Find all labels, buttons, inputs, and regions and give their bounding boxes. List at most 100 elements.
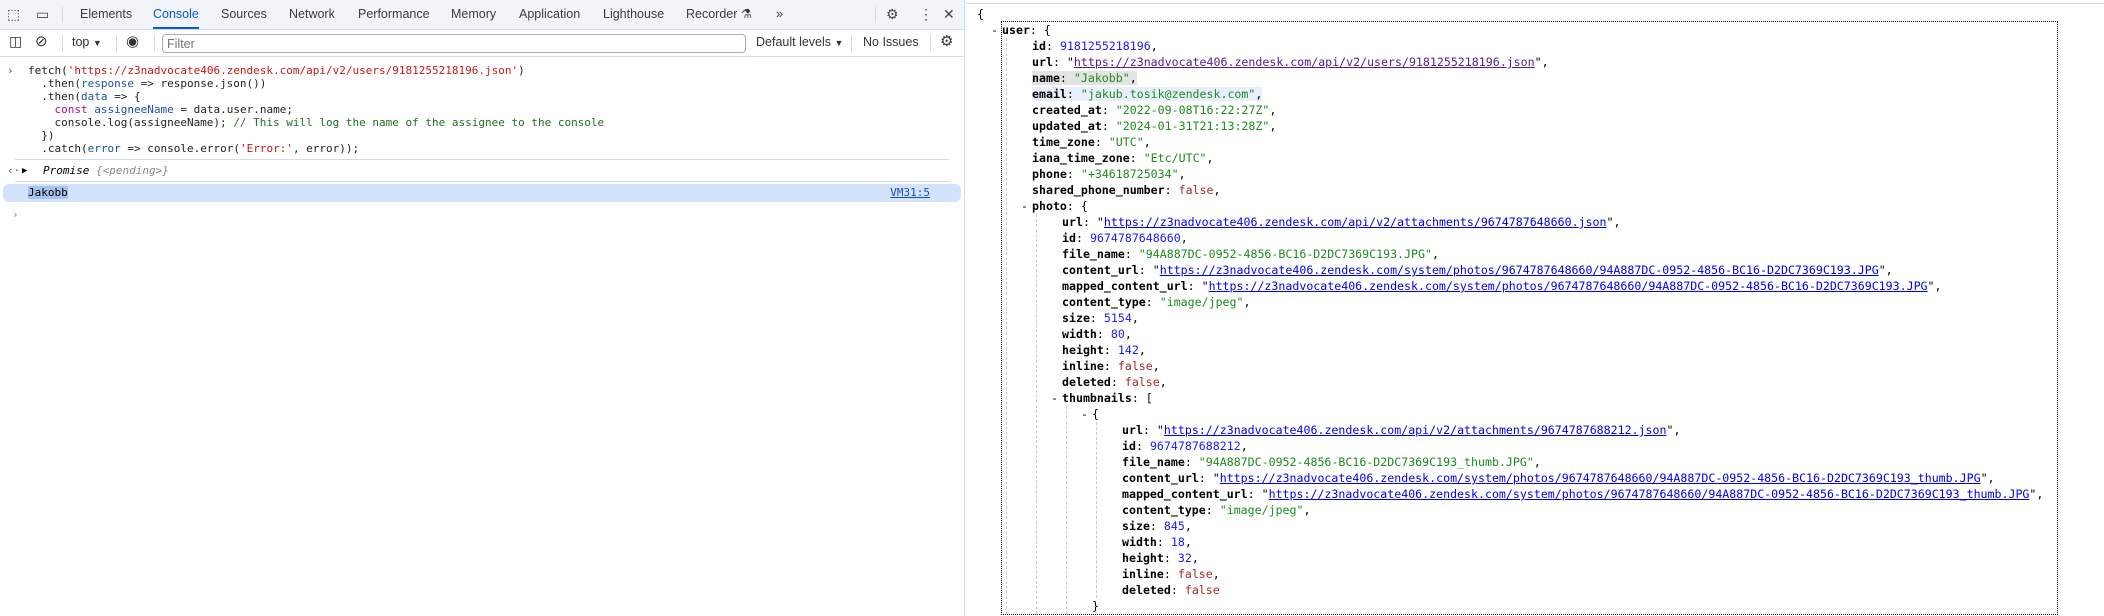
code-line: console.log(assigneeName); // This will …: [28, 116, 605, 129]
json-number: 142: [1117, 343, 1139, 357]
json-children: -{url: "https://z3nadvocate406.zendesk.c…: [1066, 406, 2057, 614]
json-string: "UTC": [1108, 135, 1144, 149]
console-settings-icon[interactable]: ⚙: [940, 32, 953, 50]
json-row-mapped_content_url: mapped_content_url: "https://z3nadvocate…: [1062, 278, 2057, 294]
json-number: 5154: [1103, 311, 1132, 325]
json-link[interactable]: https://z3nadvocate406.zendesk.com/syste…: [1160, 263, 1879, 277]
json-link[interactable]: https://z3nadvocate406.zendesk.com/api/v…: [1104, 215, 1607, 229]
json-key: iana_time_zone: [1032, 151, 1130, 165]
json-entry: -{url: "https://z3nadvocate406.zendesk.c…: [1081, 406, 2057, 614]
live-expression-eye-icon[interactable]: ◉: [126, 32, 139, 50]
json-key: content_type: [1122, 503, 1206, 517]
json-string: "2022-09-08T16:22:27Z": [1115, 103, 1270, 117]
json-boolean: false: [1178, 183, 1214, 197]
console-input-entry: › fetch('https://z3nadvocate406.zendesk.c…: [7, 58, 949, 160]
json-pair: url: "https://z3nadvocate406.zendesk.com…: [1032, 55, 1549, 69]
json-key: url: [1032, 55, 1053, 69]
json-children: url: "https://z3nadvocate406.zendesk.com…: [1036, 214, 2057, 614]
filter-input[interactable]: [162, 34, 746, 53]
json-row-updated_at: updated_at: "2024-01-31T21:13:28Z",: [1032, 118, 2057, 134]
device-toolbar-icon[interactable]: ▭: [36, 6, 49, 23]
json-number: 845: [1163, 519, 1185, 533]
log-source-link[interactable]: VM31:5: [890, 184, 930, 202]
json-key: content_url: [1062, 263, 1139, 277]
collapse-toggle-icon[interactable]: -: [991, 22, 998, 38]
json-number: 9181255218196: [1059, 39, 1151, 53]
log-levels-dropdown[interactable]: Default levels ▼: [756, 35, 843, 49]
json-string: "94A887DC-0952-4856-BC16-D2DC7369C193.JP…: [1138, 247, 1432, 261]
json-pair: content_type: "image/jpeg",: [1062, 295, 1251, 309]
context-selector[interactable]: top ▼: [72, 35, 102, 49]
json-key: size: [1062, 311, 1090, 325]
json-entry-thumbnails: - thumbnails: [-{url: "https://z3nadvocat…: [1051, 390, 2057, 614]
json-row-iana_time_zone: iana_time_zone: "Etc/UTC",: [1032, 150, 2057, 166]
json-pair: id: 9181255218196,: [1032, 39, 1158, 53]
console-prompt[interactable]: ›: [0, 208, 964, 221]
tab-network[interactable]: Network: [289, 0, 335, 29]
settings-gear-icon[interactable]: ⚙: [886, 6, 899, 23]
json-boolean: false: [1117, 359, 1153, 373]
json-link[interactable]: https://z3nadvocate406.zendesk.com/api/v…: [1164, 423, 1667, 437]
json-pair: inline: false,: [1122, 567, 1220, 581]
json-row-email: email: "jakub.tosik@zendesk.com",: [1032, 86, 2057, 102]
input-prompt-icon: ›: [7, 64, 14, 77]
code-line: fetch('https://z3nadvocate406.zendesk.co…: [28, 64, 525, 77]
expand-triangle-icon[interactable]: ▶: [22, 160, 27, 182]
json-number: 9674787688212: [1149, 439, 1241, 453]
code-line: .then(response => response.json()): [28, 77, 267, 90]
json-string: "2024-01-31T21:13:28Z": [1115, 119, 1270, 133]
json-pair: shared_phone_number: false,: [1032, 183, 1221, 197]
json-link[interactable]: https://z3nadvocate406.zendesk.com/api/v…: [1074, 55, 1535, 69]
devtools-panel: ⬚ ▭ Elements Console Sources Network Perform…: [0, 0, 965, 616]
collapse-toggle-icon[interactable]: -: [1051, 390, 1058, 406]
more-options-icon[interactable]: ⋮: [919, 6, 933, 23]
console-output: › fetch('https://z3nadvocate406.zendesk.c…: [0, 58, 964, 221]
json-row: {: [977, 7, 984, 21]
collapse-toggle-icon[interactable]: -: [1081, 406, 1088, 422]
json-key: inline: [1122, 567, 1164, 581]
json-row-content_url: content_url: "https://z3nadvocate406.zen…: [1122, 470, 2057, 486]
json-row: }: [1092, 599, 1099, 613]
tab-elements[interactable]: Elements: [80, 0, 132, 29]
json-link[interactable]: https://z3nadvocate406.zendesk.com/syste…: [1220, 471, 1981, 485]
collapse-toggle-icon[interactable]: -: [1021, 198, 1028, 214]
json-row-url: url: "https://z3nadvocate406.zendesk.com…: [1062, 214, 2057, 230]
json-link[interactable]: https://z3nadvocate406.zendesk.com/syste…: [1269, 487, 2030, 501]
json-pair: deleted: false: [1122, 583, 1220, 597]
json-key: file_name: [1122, 455, 1185, 469]
inspect-element-icon[interactable]: ⬚: [7, 6, 20, 23]
tab-recorder[interactable]: Recorder ⚗: [686, 0, 752, 29]
json-key: email: [1032, 87, 1067, 101]
json-link[interactable]: https://z3nadvocate406.zendesk.com/syste…: [1209, 279, 1928, 293]
tab-memory[interactable]: Memory: [451, 0, 496, 29]
json-pair: email: "jakub.tosik@zendesk.com",: [1032, 87, 1263, 101]
issues-button[interactable]: No Issues: [863, 35, 919, 49]
json-key: deleted: [1122, 583, 1171, 597]
json-row: - thumbnails: [: [1051, 391, 1153, 405]
clear-console-icon[interactable]: ⊘: [35, 32, 48, 50]
json-string: "https://z3nadvocate406.zendesk.com/syst…: [1201, 279, 1935, 293]
json-string: "94A887DC-0952-4856-BC16-D2DC7369C193_th…: [1198, 455, 1534, 469]
json-row-inline: inline: false,: [1122, 566, 2057, 582]
json-number: 9674787648660: [1089, 231, 1181, 245]
json-pair: file_name: "94A887DC-0952-4856-BC16-D2DC…: [1122, 455, 1541, 469]
json-string: "https://z3nadvocate406.zendesk.com/syst…: [1152, 263, 1886, 277]
json-pair: content_type: "image/jpeg",: [1122, 503, 1311, 517]
json-key: deleted: [1062, 375, 1111, 389]
json-pair: inline: false,: [1062, 359, 1160, 373]
close-icon[interactable]: ✕: [943, 6, 955, 23]
tab-application[interactable]: Application: [519, 0, 580, 29]
more-tabs-button[interactable]: »: [776, 0, 783, 29]
sidebar-toggle-icon[interactable]: ◫: [9, 33, 22, 50]
tab-sources[interactable]: Sources: [221, 0, 267, 29]
json-pair: width: 80,: [1062, 327, 1132, 341]
json-row-deleted: deleted: false: [1122, 582, 2057, 598]
json-row-id: id: 9181255218196,: [1032, 38, 2057, 54]
dropdown-arrow-icon: ▼: [834, 38, 844, 48]
console-log-entry: Jakobb VM31:5: [3, 184, 961, 202]
tab-console[interactable]: Console: [153, 0, 199, 29]
tab-lighthouse[interactable]: Lighthouse: [603, 0, 664, 29]
tab-performance[interactable]: Performance: [358, 0, 430, 29]
json-row-file_name: file_name: "94A887DC-0952-4856-BC16-D2DC…: [1122, 454, 2057, 470]
json-key: width: [1062, 327, 1097, 341]
